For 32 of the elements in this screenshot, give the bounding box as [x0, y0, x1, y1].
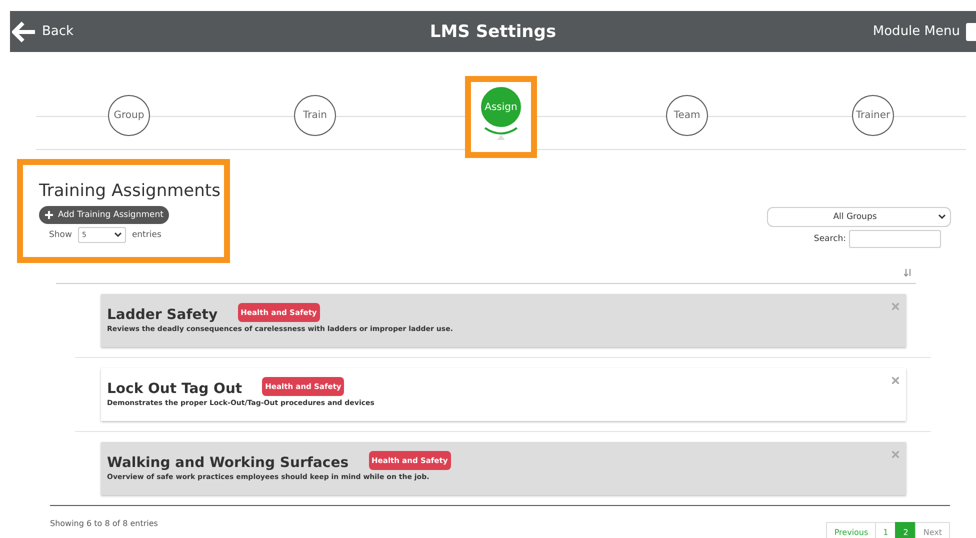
page-button[interactable]: 1 [875, 522, 896, 538]
page-title: LMS Settings [430, 22, 556, 42]
step-button[interactable]: Assign [481, 87, 521, 127]
step-button[interactable]: Team [666, 95, 708, 136]
step-button[interactable]: Trainer [852, 95, 894, 136]
back-arrow-icon [12, 20, 36, 42]
assignment-title: Walking and Working Surfaces [107, 455, 349, 471]
entries-label: entries [132, 230, 162, 240]
plus-icon [45, 211, 53, 219]
group-select[interactable]: All Groups [767, 207, 951, 227]
show-label: Show [49, 230, 72, 240]
add-assignment-button[interactable]: Add Training Assignment [39, 206, 170, 224]
entries-info: Showing 6 to 8 of 8 entries [50, 519, 158, 530]
page-button[interactable]: 2 [895, 522, 916, 538]
search-label: Search: [814, 234, 846, 244]
menu-icon[interactable] [966, 22, 976, 40]
close-icon[interactable] [892, 377, 899, 384]
back-button[interactable]: Back [10, 20, 74, 42]
assignment-title: Lock Out Tag Out [107, 381, 242, 397]
step-button[interactable]: Train [294, 95, 336, 136]
sort-icon[interactable] [904, 269, 912, 277]
module-menu-button[interactable]: Module Menu [872, 24, 966, 39]
section-title: Training Assignments [39, 181, 220, 201]
chevron-icon [938, 214, 946, 220]
step-button[interactable]: Group [108, 95, 150, 136]
pagination-link[interactable]: Next [915, 522, 950, 538]
pagination-link[interactable]: Previous [826, 522, 876, 538]
search-field[interactable] [849, 230, 941, 248]
chevron-icon [114, 232, 122, 238]
close-icon[interactable] [892, 451, 899, 458]
assignment-title: Ladder Safety [107, 307, 218, 323]
close-icon[interactable] [892, 303, 899, 310]
